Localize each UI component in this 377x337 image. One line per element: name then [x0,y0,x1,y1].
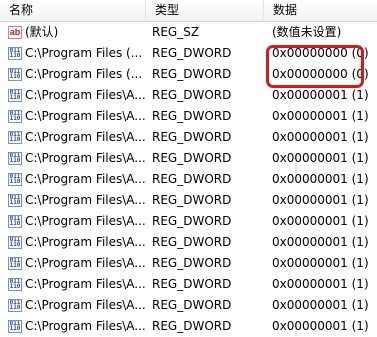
value-type: REG_DWORD [152,151,232,165]
value-name: C:\Program Files (... [25,46,143,60]
dword-value-icon: 011 110 [8,299,22,312]
column-header-type[interactable]: 类型 [146,0,264,21]
value-data: 0x00000001 (1) [272,319,369,333]
value-name: C:\Program Files\A... [25,109,145,123]
value-type: REG_DWORD [152,256,232,270]
value-type: REG_DWORD [152,172,232,186]
value-name: C:\Program Files\A... [25,151,145,165]
value-data: 0x00000001 (1) [272,88,369,102]
value-name: C:\Program Files\A... [25,172,145,186]
dword-value-icon: 011 110 [8,278,22,291]
registry-value-row[interactable]: 011 110 C:\Program Files\A... REG_DWORD 0… [0,274,377,295]
string-value-icon: ab [8,26,22,39]
column-header-data[interactable]: 数据 [264,0,377,21]
dword-value-icon: 011 110 [8,173,22,186]
value-data: 0x00000001 (1) [272,214,369,228]
registry-value-row[interactable]: 011 110 C:\Program Files\A... REG_DWORD 0… [0,127,377,148]
value-type: REG_SZ [152,25,200,39]
value-name: C:\Program Files\A... [25,298,145,312]
value-data: 0x00000001 (1) [272,298,369,312]
dword-value-icon: 011 110 [8,257,22,270]
value-data: (数值未设置) [272,25,342,39]
dword-value-icon: 011 110 [8,236,22,249]
dword-value-icon: 011 110 [8,194,22,207]
value-data: 0x00000001 (1) [272,151,369,165]
value-data: 0x00000001 (1) [272,172,369,186]
value-type: REG_DWORD [152,193,232,207]
dword-value-icon: 011 110 [8,131,22,144]
value-name: C:\Program Files\A... [25,130,145,144]
registry-value-row[interactable]: 011 110 C:\Program Files\A... REG_DWORD 0… [0,316,377,337]
registry-value-row[interactable]: 011 110 C:\Program Files\A... REG_DWORD 0… [0,253,377,274]
value-type: REG_DWORD [152,277,232,291]
dword-value-icon: 011 110 [8,68,22,81]
value-data: 0x00000001 (1) [272,235,369,249]
dword-value-icon: 011 110 [8,110,22,123]
value-type: REG_DWORD [152,88,232,102]
registry-value-row[interactable]: 011 110 C:\Program Files\A... REG_DWORD 0… [0,190,377,211]
value-name: C:\Program Files\A... [25,193,145,207]
value-data: 0x00000001 (1) [272,256,369,270]
dword-value-icon: 011 110 [8,320,22,333]
value-name: C:\Program Files\A... [25,235,145,249]
value-name: C:\Program Files\A... [25,256,145,270]
value-type: REG_DWORD [152,235,232,249]
value-name: C:\Program Files\A... [25,88,145,102]
value-name: C:\Program Files (... [25,67,143,81]
value-name: C:\Program Files\A... [25,277,145,291]
registry-value-row[interactable]: 011 110 C:\Program Files\A... REG_DWORD 0… [0,211,377,232]
value-name: C:\Program Files\A... [25,319,145,333]
value-type: REG_DWORD [152,46,232,60]
registry-value-row[interactable]: 011 110 C:\Program Files\A... REG_DWORD 0… [0,85,377,106]
value-type: REG_DWORD [152,319,232,333]
value-name: (默认) [25,25,59,39]
dword-value-icon: 011 110 [8,215,22,228]
dword-value-icon: 011 110 [8,47,22,60]
registry-value-row[interactable]: ab (默认) REG_SZ (数值未设置) [0,22,377,43]
column-header-bar: 名称 类型 数据 [0,0,377,22]
registry-value-row[interactable]: 011 110 C:\Program Files\A... REG_DWORD 0… [0,169,377,190]
column-header-name[interactable]: 名称 [0,0,146,21]
value-type: REG_DWORD [152,67,232,81]
value-type: REG_DWORD [152,109,232,123]
value-data: 0x00000001 (1) [272,277,369,291]
dword-value-icon: 011 110 [8,89,22,102]
value-data: 0x00000001 (1) [272,130,369,144]
value-type: REG_DWORD [152,298,232,312]
value-data: 0x00000001 (1) [272,193,369,207]
value-data: 0x00000001 (1) [272,109,369,123]
highlight-annotation [266,45,364,88]
value-type: REG_DWORD [152,130,232,144]
registry-value-row[interactable]: 011 110 C:\Program Files\A... REG_DWORD 0… [0,232,377,253]
registry-value-row[interactable]: 011 110 C:\Program Files\A... REG_DWORD 0… [0,148,377,169]
registry-value-row[interactable]: 011 110 C:\Program Files\A... REG_DWORD 0… [0,295,377,316]
dword-value-icon: 011 110 [8,152,22,165]
value-name: C:\Program Files\A... [25,214,145,228]
registry-value-row[interactable]: 011 110 C:\Program Files\A... REG_DWORD 0… [0,106,377,127]
value-type: REG_DWORD [152,214,232,228]
